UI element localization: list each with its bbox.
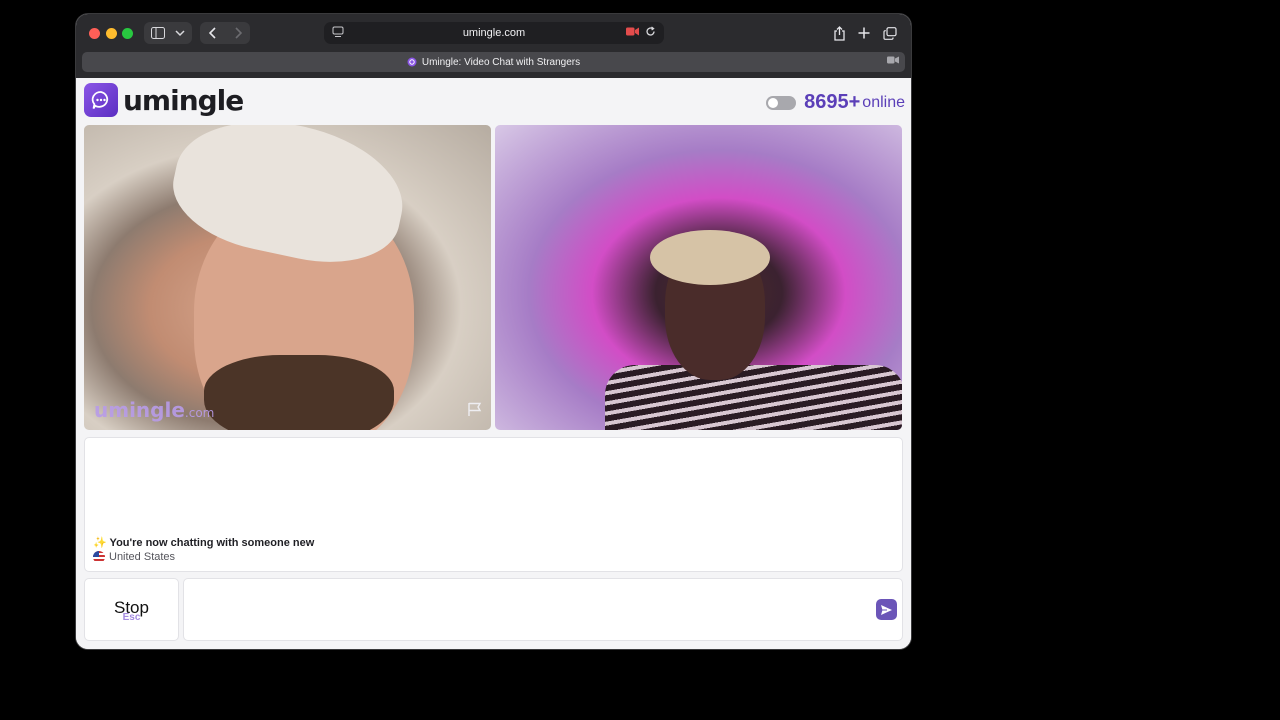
chat-country: United States <box>93 551 175 563</box>
sidebar-icon <box>151 27 165 39</box>
online-indicator: 8695+ online <box>766 91 905 114</box>
stranger-video <box>495 125 902 430</box>
zoom-window-button[interactable] <box>122 28 133 39</box>
reload-icon[interactable] <box>645 26 656 37</box>
flag-icon <box>468 402 482 416</box>
online-count: 8695+ <box>804 91 861 113</box>
chevron-right-icon <box>235 27 242 39</box>
local-video-beard <box>204 355 394 430</box>
minimize-window-button[interactable] <box>106 28 117 39</box>
chevron-down-icon <box>175 30 185 37</box>
tab-overview-icon <box>883 26 897 40</box>
stop-button-hint: Esc <box>122 612 141 623</box>
site-logo[interactable]: umingle <box>84 83 244 117</box>
page-menu-icon[interactable] <box>332 26 344 41</box>
send-icon <box>881 604 892 615</box>
chat-country-label: United States <box>109 551 176 563</box>
send-button[interactable] <box>876 599 897 620</box>
logo-text: umingle <box>123 83 244 117</box>
tab-camera-icon[interactable] <box>887 56 899 64</box>
chat-bubble-icon <box>84 83 118 117</box>
watermark-suffix: .com <box>184 406 215 420</box>
back-button[interactable] <box>200 22 226 44</box>
browser-window: umingle.com Umingle: Video Chat with Str… <box>76 14 911 649</box>
share-button[interactable] <box>830 22 848 44</box>
stop-button[interactable]: Stop Esc <box>84 578 179 641</box>
close-window-button[interactable] <box>89 28 100 39</box>
video-watermark: umingle.com <box>94 398 214 422</box>
forward-button[interactable] <box>226 22 250 44</box>
address-bar[interactable]: umingle.com <box>324 22 664 44</box>
plus-icon <box>858 27 870 39</box>
stranger-video-shirt <box>605 365 902 430</box>
new-tab-button[interactable] <box>855 22 873 44</box>
online-label: online <box>862 93 905 111</box>
umingle-page: umingle 8695+ online umingle.com ✨ You'r… <box>76 78 911 649</box>
report-button[interactable] <box>467 401 483 422</box>
tab-title: Umingle: Video Chat with Strangers <box>421 56 581 68</box>
share-icon <box>833 25 845 41</box>
tab-active[interactable]: Umingle: Video Chat with Strangers <box>82 52 905 72</box>
umingle-favicon <box>407 57 417 67</box>
watermark-text: umingle <box>94 398 185 422</box>
chat-status-message: ✨ You're now chatting with someone new <box>93 537 315 549</box>
camera-in-use-icon[interactable] <box>626 27 639 36</box>
filter-toggle[interactable] <box>766 95 797 110</box>
tab-overview-button[interactable] <box>881 22 899 44</box>
chevron-left-icon <box>209 27 216 39</box>
sidebar-toggle-button[interactable] <box>144 22 192 44</box>
stranger-video-headwrap <box>650 230 770 285</box>
local-video: umingle.com <box>84 125 491 430</box>
us-flag-icon <box>93 551 105 563</box>
browser-toolbar: umingle.com Umingle: Video Chat with Str… <box>76 14 911 78</box>
message-input[interactable] <box>183 578 903 641</box>
address-url: umingle.com <box>462 27 526 39</box>
chat-log: ✨ You're now chatting with someone new U… <box>84 437 903 572</box>
